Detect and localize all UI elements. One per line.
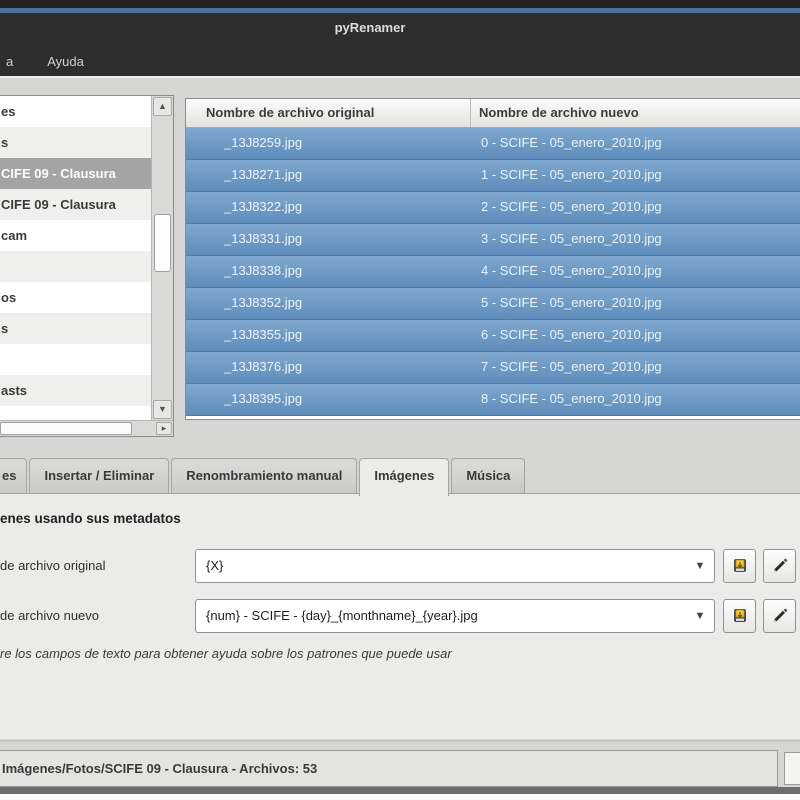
table-row[interactable]: _13J8271.jpg 1 - SCIFE - 05_enero_2010.j… [186,160,800,192]
cell-original: _13J8322.jpg [224,199,303,214]
titlebar-top-strip [0,0,800,8]
titlebar-accent-line [0,8,800,13]
tree-vertical-scrollbar[interactable]: ▲ ▼ [151,96,173,420]
cell-original: _13J8271.jpg [224,167,303,182]
file-table: Nombre de archivo original Nombre de arc… [185,98,800,420]
cell-nuevo: 1 - SCIFE - 05_enero_2010.jpg [481,167,662,182]
menu-item-ayuda[interactable]: Ayuda [43,50,88,76]
pattern-original-combobox[interactable]: {X} ▼ [195,549,715,583]
statusbar-resize-box [784,752,800,785]
cell-original: _13J8355.jpg [224,327,303,342]
table-row[interactable]: _13J8355.jpg 6 - SCIFE - 05_enero_2010.j… [186,320,800,352]
file-table-body: _13J8259.jpg 0 - SCIFE - 05_enero_2010.j… [186,128,800,419]
label-archivo-nuevo: de archivo nuevo [0,608,100,623]
cell-original: _13J8259.jpg [224,135,303,150]
page-bottom-strip [0,794,800,800]
rename-mode-tabs: es Insertar / Eliminar Renombramiento ma… [0,458,526,496]
statusbar: Imágenes/Fotos/SCIFE 09 - Clausura - Arc… [0,750,778,787]
tab-imagenes[interactable]: Imágenes [359,458,450,496]
table-row[interactable]: _13J8322.jpg 2 - SCIFE - 05_enero_2010.j… [186,192,800,224]
cell-original: _13J8352.jpg [224,295,303,310]
table-row[interactable]: _13J8259.jpg 0 - SCIFE - 05_enero_2010.j… [186,128,800,160]
tree-item[interactable]: s [0,313,151,344]
table-row[interactable]: _13J8352.jpg 5 - SCIFE - 05_enero_2010.j… [186,288,800,320]
cell-nuevo: 7 - SCIFE - 05_enero_2010.jpg [481,359,662,374]
scrollbar-thumb[interactable] [154,214,171,272]
tree-item[interactable]: os [0,282,151,313]
tree-item[interactable]: cam [0,220,151,251]
cell-original: _13J8376.jpg [224,359,303,374]
tree-horizontal-scrollbar[interactable]: ▸ [0,420,173,436]
chevron-down-icon[interactable]: ▼ [688,602,712,630]
scroll-up-icon[interactable]: ▲ [153,97,172,116]
file-table-header: Nombre de archivo original Nombre de arc… [186,99,800,128]
table-row[interactable]: _13J8338.jpg 4 - SCIFE - 05_enero_2010.j… [186,256,800,288]
pencil-icon [771,607,789,625]
cell-nuevo: 8 - SCIFE - 05_enero_2010.jpg [481,391,662,406]
tab-musica[interactable]: Música [451,458,526,494]
tree-item[interactable] [0,251,151,282]
statusbar-groove [0,740,800,742]
column-header-nuevo[interactable]: Nombre de archivo nuevo [471,99,800,127]
tab-patrones-fragment[interactable]: es [0,458,28,494]
column-header-original[interactable]: Nombre de archivo original [186,99,471,127]
pencil-icon [771,557,789,575]
cell-original: _13J8331.jpg [224,231,303,246]
scroll-down-icon[interactable]: ▼ [153,400,172,419]
tab-renombramiento-manual[interactable]: Renombramiento manual [171,458,358,494]
chevron-down-icon[interactable]: ▼ [688,552,712,580]
tree-item[interactable]: asts [0,375,151,406]
statusbar-path-text: Imágenes/Fotos/SCIFE 09 - Clausura - Arc… [2,761,318,776]
tab-insertar-eliminar[interactable]: Insertar / Eliminar [29,458,170,494]
tree-item[interactable]: es [0,96,151,127]
pattern-nuevo-combobox[interactable]: {num} - SCIFE - {day}_{monthname}_{year}… [195,599,715,633]
pattern-help-hint: re los campos de texto para obtener ayud… [0,646,452,661]
save-pattern-button[interactable] [723,549,756,583]
cell-nuevo: 2 - SCIFE - 05_enero_2010.jpg [481,199,662,214]
cell-nuevo: 6 - SCIFE - 05_enero_2010.jpg [481,327,662,342]
edit-pattern-button[interactable] [763,549,796,583]
scroll-right-icon[interactable]: ▸ [156,422,172,435]
folder-tree: es s CIFE 09 - Clausura CIFE 09 - Clausu… [0,96,151,420]
window-title: pyRenamer [334,20,406,35]
cell-nuevo: 4 - SCIFE - 05_enero_2010.jpg [481,263,662,278]
folder-tree-panel: es s CIFE 09 - Clausura CIFE 09 - Clausu… [0,95,174,437]
cell-nuevo: 5 - SCIFE - 05_enero_2010.jpg [481,295,662,310]
cell-original: _13J8338.jpg [224,263,303,278]
cell-nuevo: 0 - SCIFE - 05_enero_2010.jpg [481,135,662,150]
table-row[interactable]: _13J8395.jpg 8 - SCIFE - 05_enero_2010.j… [186,384,800,416]
cell-original: _13J8395.jpg [224,391,303,406]
tree-item[interactable] [0,344,151,375]
pattern-original-value[interactable]: {X} [206,550,684,582]
save-pattern-icon [731,557,749,575]
save-pattern-button[interactable] [723,599,756,633]
titlebar: pyRenamer a Ayuda [0,0,800,78]
menubar: a Ayuda [0,50,88,76]
cell-nuevo: 3 - SCIFE - 05_enero_2010.jpg [481,231,662,246]
window-bottom-edge [0,787,800,794]
save-pattern-icon [731,607,749,625]
scrollbar-thumb[interactable] [0,422,132,435]
panel-heading: enes usando sus metadatos [0,511,181,526]
edit-pattern-button[interactable] [763,599,796,633]
pyrenamer-window: pyRenamer a Ayuda es s CIFE 09 - Clausur… [0,0,800,800]
tree-item[interactable]: s [0,127,151,158]
table-row[interactable]: _13J8376.jpg 7 - SCIFE - 05_enero_2010.j… [186,352,800,384]
table-row[interactable]: _13J8331.jpg 3 - SCIFE - 05_enero_2010.j… [186,224,800,256]
tree-item-selected[interactable]: CIFE 09 - Clausura [0,158,151,189]
imagenes-tab-panel: enes usando sus metadatos de archivo ori… [0,493,800,739]
titlebar-bottom-edge [0,76,800,78]
menu-item-fragment[interactable]: a [2,50,17,76]
pattern-nuevo-value[interactable]: {num} - SCIFE - {day}_{monthname}_{year}… [206,600,684,632]
tree-item[interactable]: CIFE 09 - Clausura [0,189,151,220]
label-archivo-original: de archivo original [0,558,106,573]
